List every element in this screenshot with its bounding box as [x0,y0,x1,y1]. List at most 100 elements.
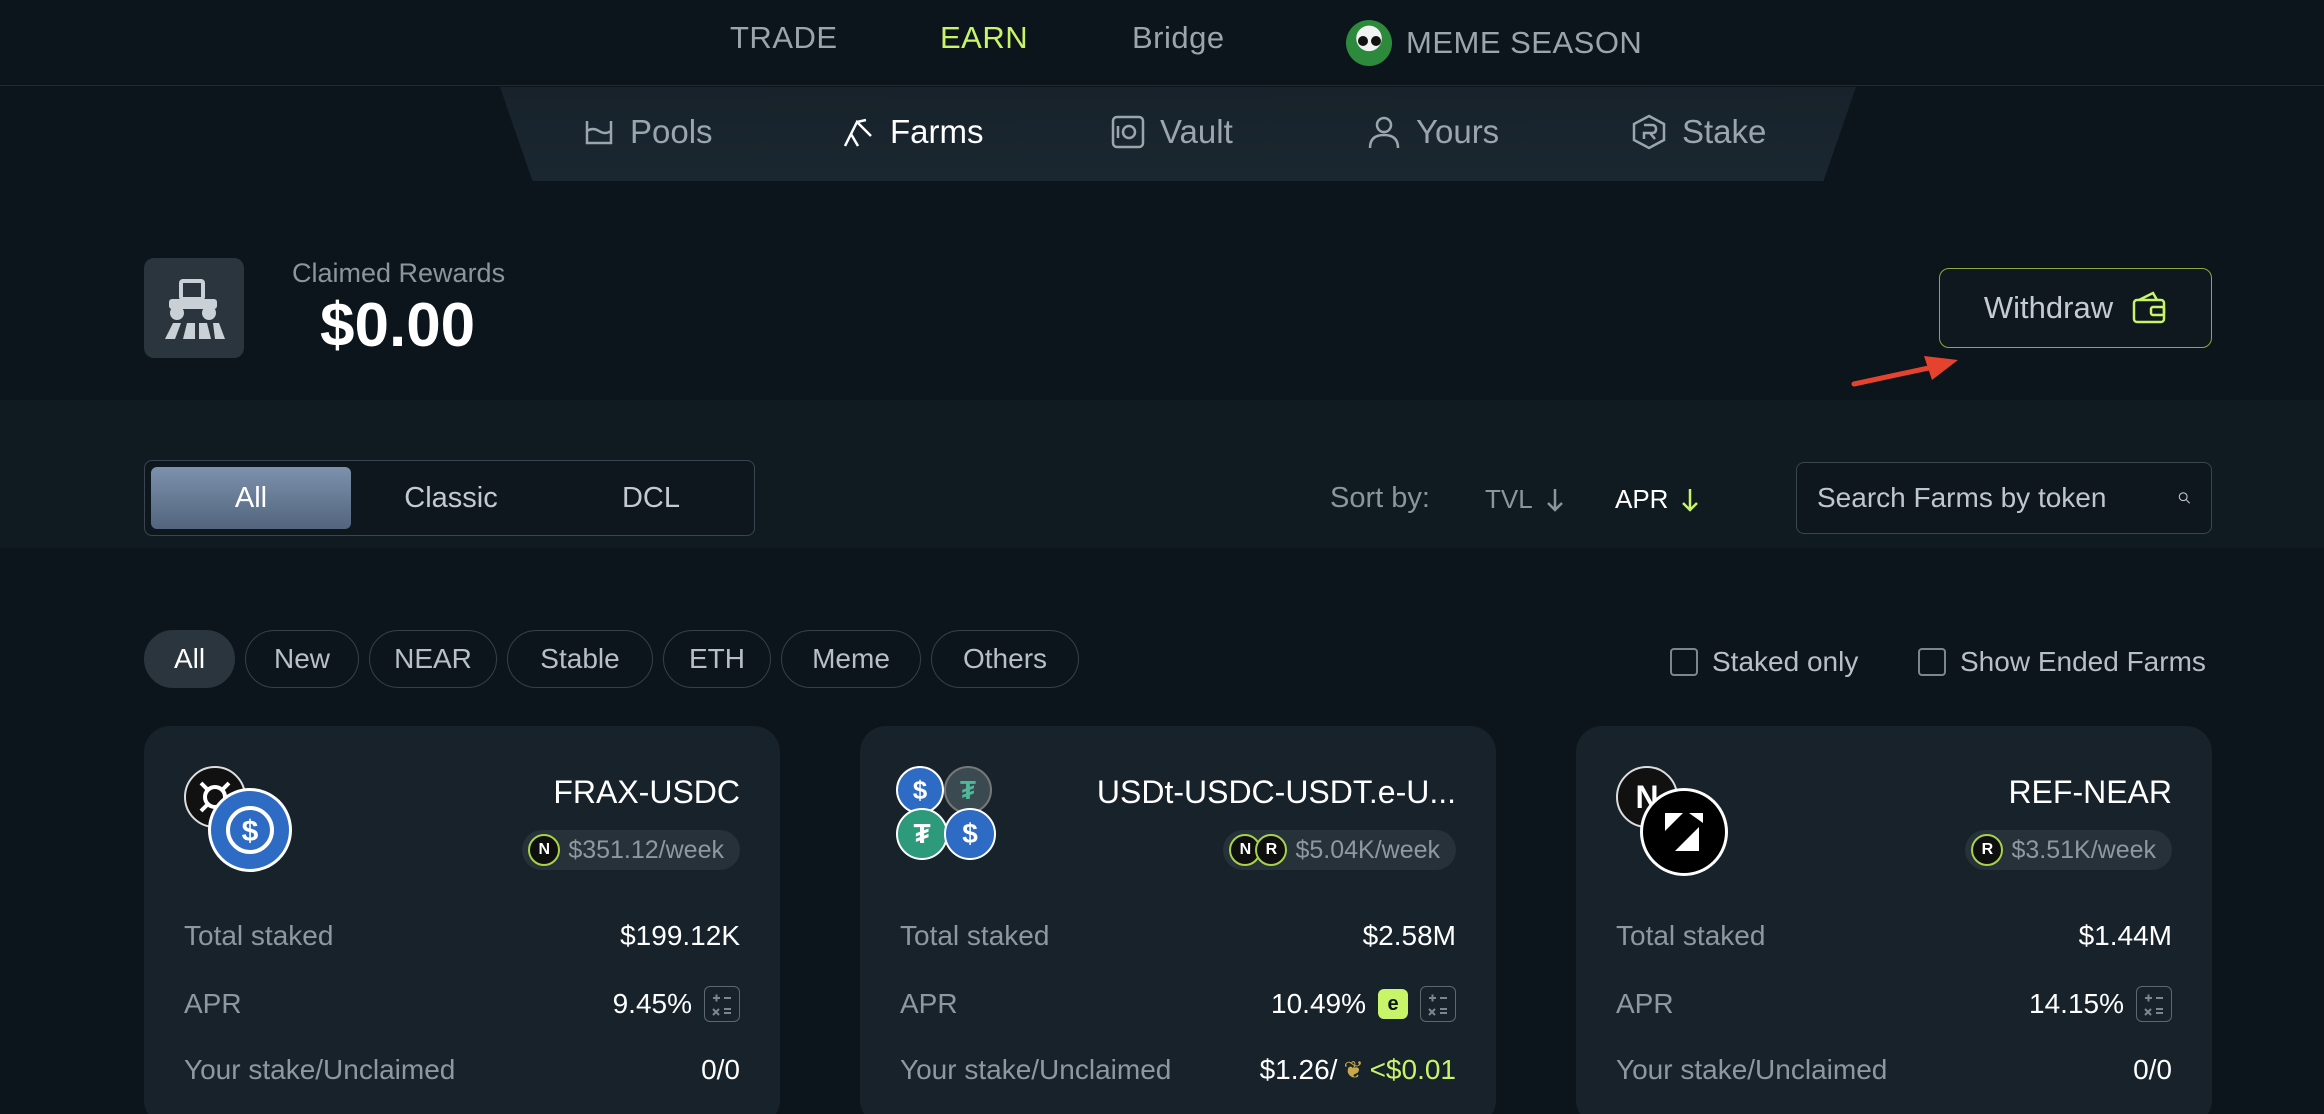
farm-title: FRAX-USDC [553,774,740,810]
tab-farms[interactable]: Farms [840,113,984,151]
tab-stake-label: Stake [1682,113,1767,150]
farm-title: REF-NEAR [2008,774,2172,810]
annotation-arrow-icon [1851,356,1958,387]
weekly-reward-badge: R $3.51K/week [1965,830,2172,870]
sort-apr-label: APR [1615,484,1669,514]
claimed-rewards-value: $0.00 [320,291,476,360]
withdraw-button[interactable]: Withdraw [1939,268,2212,348]
staked-only-toggle[interactable]: Staked only [1670,646,1858,678]
usdt-e-token-icon: ₮ [896,808,948,860]
tab-farms-label: Farms [890,113,984,150]
tab-yours[interactable]: Yours [1366,113,1499,151]
apr-row: APR 9.45% [184,986,740,1022]
total-staked-value: $199.12K [620,920,740,951]
apr-value: 14.15% [2029,988,2124,1019]
sort-tvl[interactable]: TVL [1485,484,1565,515]
ref-token-icon [1640,788,1728,876]
your-stake-label: Your stake/Unclaimed [184,1054,456,1085]
tab-yours-label: Yours [1416,113,1500,150]
weekly-reward-value: $3.51K/week [2011,835,2156,864]
calculator-icon[interactable] [1420,986,1456,1022]
your-stake-label: Your stake/Unclaimed [900,1054,1172,1085]
category-others[interactable]: Others [931,630,1079,688]
apr-value: 9.45% [612,988,692,1019]
boost-icon[interactable]: e [1378,989,1408,1019]
type-all[interactable]: All [151,467,351,529]
top-navigation: TRADE EARN Bridge MEME SEASON [0,0,2324,86]
arrow-down-icon [1682,488,1699,512]
user-icon [1368,116,1400,149]
nav-bridge[interactable]: Bridge [1132,20,1225,56]
arrow-down-icon [1546,488,1563,512]
category-eth[interactable]: ETH [663,630,771,688]
your-stake-value: 0/0 [701,1054,740,1085]
weekly-reward-badge: N R $5.04K/week [1223,830,1456,870]
svg-text:$: $ [242,815,259,848]
apr-row: APR 10.49% e [900,986,1456,1022]
your-stake-row: Your stake/Unclaimed $1.26/ ❦ <$0.01 [900,1054,1456,1086]
tab-pools-label: Pools [630,113,713,150]
staked-only-checkbox[interactable] [1670,648,1698,676]
claimed-rewards-label: Claimed Rewards [292,258,506,288]
tab-stake[interactable]: Stake [1630,113,1766,151]
total-staked-label: Total staked [184,920,334,951]
nav-meme-season-label: MEME SEASON [1406,25,1643,60]
calculator-icon[interactable] [704,986,740,1022]
your-stake-label: Your stake/Unclaimed [1616,1054,1888,1085]
calculator-icon[interactable] [2136,986,2172,1022]
ref-token-icon: R [1255,834,1288,866]
tab-vault[interactable]: Vault [1110,113,1233,151]
tether-token-icon: ₮ [944,766,992,814]
wheat-icon: ❦ [1343,1056,1364,1084]
weekly-reward-value: $351.12/week [568,835,724,864]
near-token-icon: N [528,834,561,866]
apr-label: APR [184,988,242,1019]
apr-label: APR [900,988,958,1019]
weekly-reward-value: $5.04K/week [1295,835,1440,864]
your-stake-value-wrap: $1.26/ ❦ <$0.01 [1260,1054,1456,1086]
show-ended-checkbox[interactable] [1918,648,1946,676]
search-farms[interactable] [1796,462,2212,534]
nav-meme-season[interactable]: MEME SEASON [1346,20,1642,66]
apr-label: APR [1616,988,1674,1019]
ref-token-icon: R [1971,834,2004,866]
your-stake-value: $1.26/ [1259,1054,1338,1085]
wallet-icon [2132,291,2166,324]
staked-only-label: Staked only [1712,646,1859,677]
sort-tvl-label: TVL [1485,484,1533,514]
tab-pools[interactable]: Pools [582,113,713,151]
type-classic[interactable]: Classic [351,467,551,529]
usdc-token-icon: $ [208,788,292,872]
tab-vault-label: Vault [1160,113,1233,150]
search-input[interactable] [1817,482,2178,514]
total-staked-value: $1.44M [2078,920,2172,951]
category-all[interactable]: All [144,630,235,688]
nav-earn[interactable]: EARN [940,20,1028,56]
total-staked-label: Total staked [1616,920,1766,951]
category-meme[interactable]: Meme [781,630,921,688]
type-dcl[interactable]: DCL [551,467,751,529]
usdc-token-icon: $ [944,808,996,860]
total-staked-row: Total staked $1.44M [1616,920,2172,952]
stake-icon [1632,114,1666,150]
meme-mascot-icon [1346,20,1392,66]
total-staked-row: Total staked $199.12K [184,920,740,952]
farm-card[interactable]: N REF-NEAR R $3.51K/week Total staked $1… [1576,726,2212,1114]
earn-subnav: Pools Farms Vault Yours Stake [500,87,1856,181]
farm-card[interactable]: $ ₮ ₮ $ USDt-USDC-USDT.e-U... N R $5.04K… [860,726,1496,1114]
farm-card[interactable]: $ FRAX-USDC N $351.12/week Total staked … [144,726,780,1114]
farm-tractor-icon [144,258,244,358]
your-stake-row: Your stake/Unclaimed 0/0 [184,1054,740,1086]
category-stable[interactable]: Stable [507,630,653,688]
farm-type-selector: All Classic DCL [144,460,755,536]
show-ended-label: Show Ended Farms [1960,646,2206,677]
sort-apr[interactable]: APR [1615,484,1700,515]
nav-trade[interactable]: TRADE [730,20,838,56]
category-new[interactable]: New [245,630,359,688]
farms-icon [843,118,872,147]
apr-row: APR 14.15% [1616,986,2172,1022]
category-near[interactable]: NEAR [369,630,497,688]
search-icon[interactable] [2178,483,2191,513]
your-stake-value: 0/0 [2133,1054,2172,1085]
show-ended-toggle[interactable]: Show Ended Farms [1918,646,2206,678]
